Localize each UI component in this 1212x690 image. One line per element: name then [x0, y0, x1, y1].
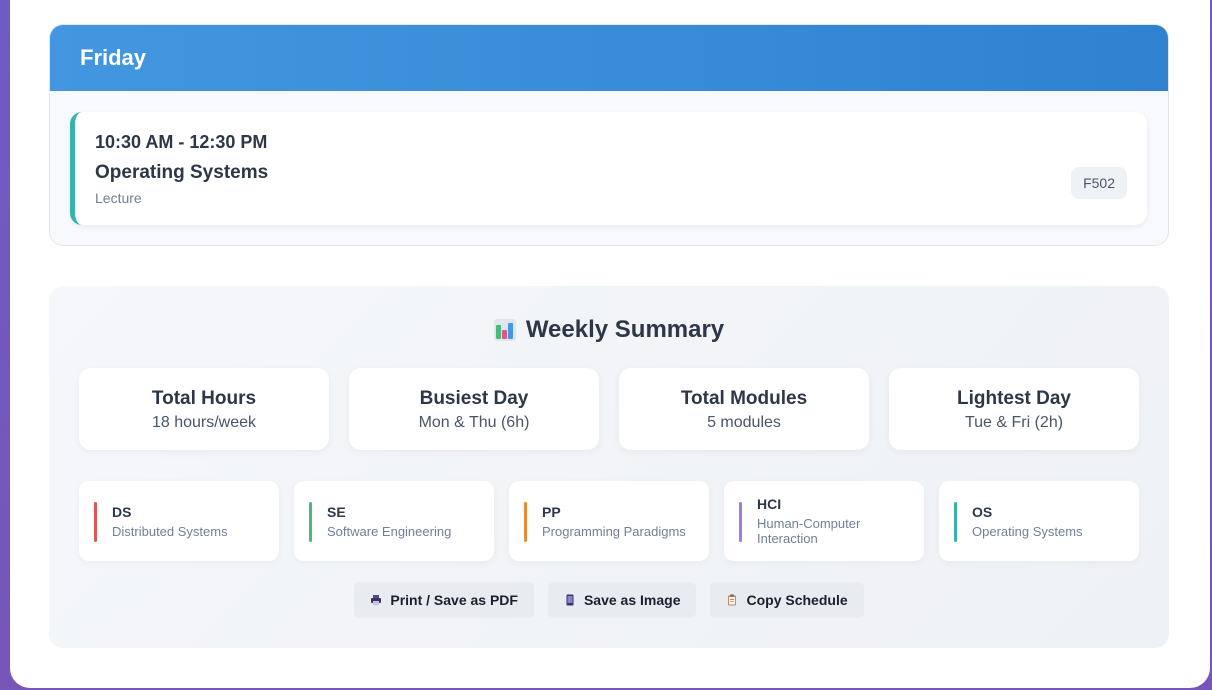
button-label: Print / Save as PDF [390, 592, 518, 608]
module-card-os: OS Operating Systems [939, 481, 1139, 561]
module-name: Programming Paradigms [542, 523, 686, 539]
module-name: Distributed Systems [112, 523, 228, 539]
day-card-friday: Friday 10:30 AM - 12:30 PM Operating Sys… [49, 24, 1169, 246]
module-card-ds: DS Distributed Systems [79, 481, 279, 561]
schedule-page: Friday 10:30 AM - 12:30 PM Operating Sys… [10, 0, 1210, 688]
printer-icon [371, 595, 382, 605]
module-color-bar [309, 502, 312, 542]
day-title: Friday [80, 45, 147, 70]
class-time: 10:30 AM - 12:30 PM [95, 132, 268, 152]
stat-label: Busiest Day [419, 388, 529, 409]
module-color-bar [739, 502, 742, 542]
phone-icon [566, 594, 574, 606]
stat-card-busiest-day: Busiest Day Mon & Thu (6h) [349, 368, 599, 450]
summary-title-text: Weekly Summary [525, 316, 725, 343]
save-image-button[interactable]: Save as Image [547, 582, 697, 618]
print-pdf-button[interactable]: Print / Save as PDF [354, 582, 534, 618]
module-code: DS [112, 503, 132, 520]
stat-card-total-hours: Total Hours 18 hours/week [79, 368, 329, 450]
class-item[interactable]: 10:30 AM - 12:30 PM Operating Systems Le… [70, 112, 1147, 225]
summary-title: Weekly Summary [49, 316, 1169, 344]
stat-card-total-modules: Total Modules 5 modules [619, 368, 869, 450]
module-card-pp: PP Programming Paradigms [509, 481, 709, 561]
button-label: Save as Image [583, 592, 681, 608]
clipboard-icon [728, 594, 737, 606]
module-code: OS [972, 503, 993, 520]
module-name: Human-Computer Interaction [757, 516, 861, 546]
module-name: Operating Systems [972, 523, 1083, 539]
weekly-summary: Weekly Summary Total Hours 18 hours/week… [49, 286, 1169, 648]
stat-card-lightest-day: Lightest Day Tue & Fri (2h) [889, 368, 1139, 450]
module-card-hci: HCI Human-Computer Interaction [724, 481, 924, 561]
stat-value: Mon & Thu (6h) [418, 414, 530, 431]
stat-value: 5 modules [707, 414, 781, 431]
module-card-se: SE Software Engineering [294, 481, 494, 561]
class-name: Operating Systems [95, 162, 269, 183]
stat-value: Tue & Fri (2h) [964, 414, 1064, 431]
action-buttons: Print / Save as PDF Save as Image Copy S… [49, 582, 1169, 618]
room-badge: F502 [1071, 167, 1127, 199]
module-color-bar [954, 502, 957, 542]
module-code: SE [327, 503, 346, 520]
copy-schedule-button[interactable]: Copy Schedule [710, 582, 864, 618]
class-type: Lecture [95, 190, 142, 206]
stats-row: Total Hours 18 hours/week Busiest Day Mo… [79, 368, 1139, 450]
module-color-bar [94, 502, 97, 542]
module-name: Software Engineering [327, 523, 452, 539]
stat-label: Total Modules [680, 388, 808, 409]
stat-value: 18 hours/week [151, 414, 257, 431]
modules-legend: DS Distributed Systems SE Software Engin… [79, 481, 1139, 561]
button-label: Copy Schedule [746, 592, 848, 608]
stat-label: Lightest Day [956, 388, 1072, 409]
bar-chart-icon [493, 319, 516, 341]
stat-label: Total Hours [151, 388, 257, 409]
module-color-bar [524, 502, 527, 542]
module-code: PP [542, 503, 561, 520]
module-code: HCI [757, 496, 782, 512]
day-header: Friday [50, 25, 1168, 91]
